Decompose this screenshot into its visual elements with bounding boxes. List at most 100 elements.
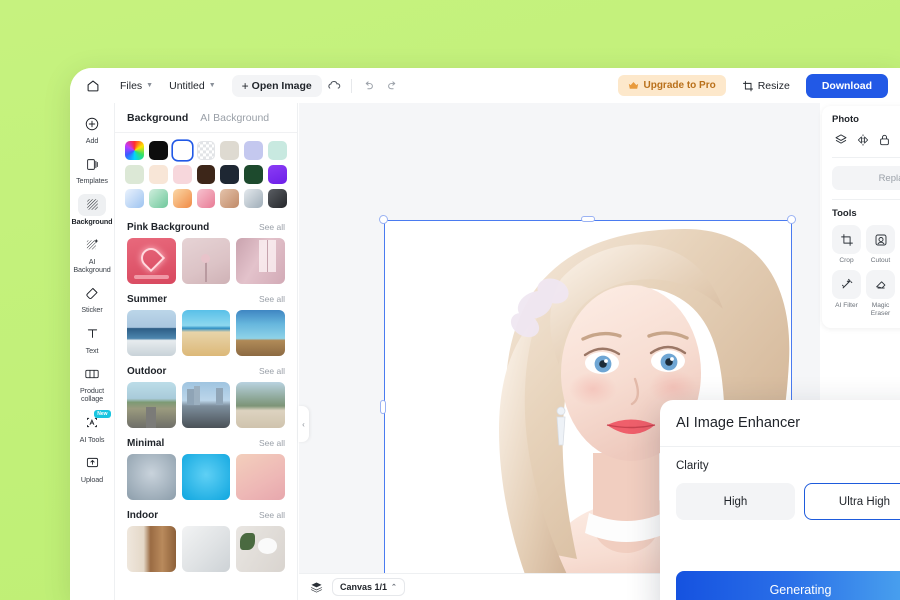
new-badge: New	[94, 409, 111, 418]
thumb-pink-window-room[interactable]	[236, 237, 285, 284]
thumb-cyan-gradient[interactable]	[181, 453, 231, 500]
generating-button[interactable]: Generating	[676, 571, 900, 600]
swatch-rainbow-picker[interactable]	[125, 141, 144, 160]
thumb-peach-gradient[interactable]	[236, 453, 285, 500]
tool-cutout[interactable]: Cutout	[866, 225, 895, 265]
selection-handle-top[interactable]	[581, 216, 595, 222]
dialog-title: AI Image Enhancer	[676, 415, 801, 431]
tab-background[interactable]: Background	[127, 112, 188, 124]
swatch-navy-black[interactable]	[220, 164, 240, 184]
sidebar-label: Background	[71, 216, 113, 226]
thumb-city-highway[interactable]	[181, 381, 231, 428]
cloud-sync-icon[interactable]	[322, 74, 346, 98]
upload-icon	[78, 452, 106, 474]
files-menu[interactable]: Files ▼	[112, 75, 161, 97]
sidebar-item-upload[interactable]: Upload	[71, 448, 114, 487]
thumb-wood-curtain[interactable]	[127, 525, 176, 572]
swatch-mint[interactable]	[268, 141, 287, 160]
panel-collapse-toggle[interactable]: ‹	[298, 406, 309, 442]
see-all-link[interactable]: See all	[259, 510, 285, 520]
open-image-button[interactable]: + Open Image	[231, 74, 322, 97]
swatch-violet[interactable]	[268, 164, 287, 184]
replace-button[interactable]: Replace	[832, 166, 900, 190]
download-button[interactable]: Download	[805, 73, 888, 98]
tool-label: Cutout	[870, 257, 891, 264]
thumb-pool-water-deck[interactable]	[236, 309, 285, 356]
thumb-orchid-table[interactable]	[236, 525, 285, 572]
see-all-link[interactable]: See all	[259, 294, 285, 304]
sidebar-item-add[interactable]: Add	[71, 109, 114, 148]
sidebar-item-background[interactable]: Background	[71, 190, 114, 229]
thumb-white-stairs[interactable]	[181, 525, 231, 572]
swatch-white[interactable]	[172, 141, 192, 160]
sidebar-item-text[interactable]: Text	[71, 319, 114, 358]
tab-ai-background[interactable]: AI Background	[200, 112, 269, 124]
swatch-dark-brown[interactable]	[196, 164, 216, 184]
thumb-beach-sand[interactable]	[181, 309, 231, 356]
home-icon[interactable]	[80, 73, 106, 99]
tool-label: AI Filter	[835, 301, 858, 309]
clarity-option-high[interactable]: High	[676, 483, 795, 520]
tool-magic-eraser[interactable]: Magic Eraser	[866, 269, 895, 318]
swatch-transparent[interactable]	[196, 141, 216, 160]
tool-ai-filter[interactable]: AI Filter	[832, 269, 861, 318]
sidebar-item-ai-tools[interactable]: New AI Tools	[71, 408, 114, 447]
see-all-link[interactable]: See all	[259, 438, 285, 448]
layers-stack-icon[interactable]	[307, 578, 325, 596]
swatch-green-gradient[interactable]	[148, 188, 168, 208]
sidebar-item-templates[interactable]: Templates	[71, 149, 114, 188]
swatch-forest-green[interactable]	[244, 164, 264, 184]
sidebar-item-sticker[interactable]: Sticker	[71, 278, 114, 317]
swatch-cream[interactable]	[148, 164, 168, 184]
tool-label: Crop	[839, 257, 854, 264]
document-title-menu[interactable]: Untitled ▼	[161, 75, 224, 97]
tools-section-title: Tools	[832, 208, 857, 219]
see-all-link[interactable]: See all	[259, 366, 285, 376]
resize-button[interactable]: Resize	[736, 76, 796, 96]
swatch-pink-gradient[interactable]	[196, 188, 216, 208]
selection-handle-top-left[interactable]	[379, 215, 388, 224]
swatch-orange-gradient[interactable]	[172, 188, 192, 208]
canvas-selector[interactable]: Canvas 1/1 ⌃	[332, 578, 405, 596]
plus-icon: +	[241, 78, 249, 93]
sidebar-item-ai-background[interactable]: AI Background	[71, 230, 114, 278]
sidebar-item-product-collage[interactable]: Product collage	[71, 359, 114, 407]
clarity-options: High Ultra High	[676, 483, 900, 520]
selection-handle-left[interactable]	[380, 400, 386, 414]
thumb-coastal-cliff[interactable]	[236, 381, 285, 428]
selection-handle-top-right[interactable]	[787, 215, 796, 224]
section-title: Outdoor	[127, 365, 167, 377]
thumb-grey-gradient[interactable]	[127, 453, 176, 500]
thumb-desert-road[interactable]	[127, 381, 176, 428]
swatch-periwinkle[interactable]	[244, 141, 264, 160]
undo-icon[interactable]	[357, 74, 381, 98]
swatch-beige[interactable]	[220, 141, 240, 160]
swatch-blush[interactable]	[172, 164, 192, 184]
swatch-black[interactable]	[148, 141, 168, 160]
background-hatch-icon	[78, 193, 106, 216]
flip-horizontal-icon[interactable]	[854, 131, 871, 148]
thumb-pink-soft-floral[interactable]	[181, 237, 231, 284]
swatch-blue-gradient[interactable]	[125, 188, 144, 208]
layers-icon[interactable]	[832, 131, 849, 148]
chevron-up-icon: ⌃	[391, 584, 397, 591]
panel-divider	[832, 157, 900, 158]
swatch-grid	[125, 141, 287, 208]
see-all-link[interactable]: See all	[259, 222, 285, 232]
lock-icon[interactable]	[876, 131, 893, 148]
thumb-row	[115, 525, 297, 572]
thumb-pink-heart-neon[interactable]	[127, 237, 176, 284]
swatch-tan-gradient[interactable]	[220, 188, 240, 208]
redo-icon[interactable]	[381, 74, 405, 98]
swatch-charcoal-gradient[interactable]	[268, 188, 287, 208]
swatch-sage[interactable]	[125, 164, 144, 184]
tool-crop[interactable]: Crop	[832, 225, 861, 265]
swatch-silver-gradient[interactable]	[244, 188, 264, 208]
templates-icon	[78, 153, 106, 175]
app-window: Files ▼ Untitled ▼ + Open Image Upgrade …	[70, 68, 900, 600]
dialog-body: Clarity High Ultra High	[660, 447, 900, 520]
clarity-option-ultra-high[interactable]: Ultra High	[804, 483, 900, 520]
thumb-ocean-horizon[interactable]	[127, 309, 176, 356]
upgrade-to-pro-button[interactable]: Upgrade to Pro	[618, 75, 726, 96]
sidebar-label: Templates	[76, 176, 108, 186]
